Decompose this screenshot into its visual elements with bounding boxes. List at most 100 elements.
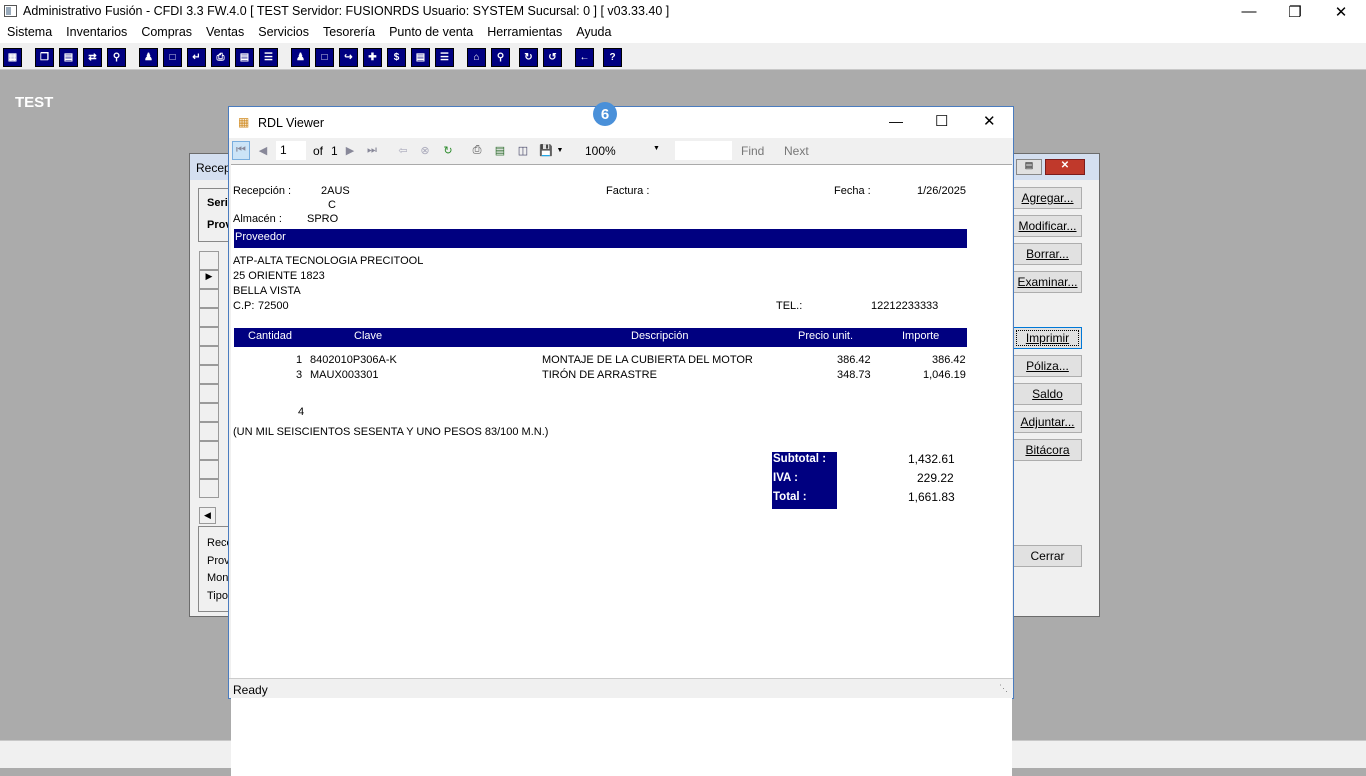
dollar-icon[interactable]: $ xyxy=(387,48,406,67)
transfer-icon[interactable]: ⇄ xyxy=(83,48,102,67)
menu-ayuda[interactable]: Ayuda xyxy=(569,23,618,43)
search-icon[interactable]: ⚲ xyxy=(107,48,126,67)
grid-row-header[interactable] xyxy=(199,308,219,327)
back-arrow-icon[interactable]: ← xyxy=(575,48,594,67)
home-icon[interactable]: ⌂ xyxy=(467,48,486,67)
almacen-label: Almacén : xyxy=(233,213,282,225)
export-icon[interactable]: ↪ xyxy=(339,48,358,67)
clipboard-icon[interactable]: ▤ xyxy=(59,48,78,67)
footer-provider-label: Prov xyxy=(207,555,230,567)
import-icon[interactable]: ↵ xyxy=(187,48,206,67)
menu-punto-de-venta[interactable]: Punto de venta xyxy=(382,23,480,43)
resize-grip-icon[interactable]: ⋱ xyxy=(999,683,1008,694)
grid-row-header[interactable] xyxy=(199,422,219,441)
grid-row-header[interactable] xyxy=(199,384,219,403)
invoice-icon[interactable]: ▤ xyxy=(411,48,430,67)
page-number-input[interactable]: 1 xyxy=(276,141,306,160)
grid-row-header[interactable] xyxy=(199,441,219,460)
copy-icon[interactable]: ❐ xyxy=(35,48,54,67)
user-icon[interactable]: ♟ xyxy=(139,48,158,67)
rdl-title: RDL Viewer xyxy=(258,116,324,130)
menu-tesoreria[interactable]: Tesorería xyxy=(316,23,382,43)
rdl-close-button[interactable]: ✕ xyxy=(983,112,996,130)
add-icon[interactable]: ✚ xyxy=(363,48,382,67)
undo-icon[interactable]: ↺ xyxy=(543,48,562,67)
find-input[interactable] xyxy=(675,141,732,160)
modificar-button[interactable]: Modificar... xyxy=(1013,215,1082,237)
footer-type-label: Tipo xyxy=(207,590,228,602)
menu-sistema[interactable]: Sistema xyxy=(0,23,59,43)
zoom-icon[interactable]: ⚲ xyxy=(491,48,510,67)
printer-icon[interactable]: ⎙ xyxy=(211,48,230,67)
current-row-indicator-icon[interactable]: ▶ xyxy=(199,270,219,289)
export-save-icon[interactable]: 💾 xyxy=(539,143,553,157)
last-page-icon[interactable]: ⏭ xyxy=(365,143,379,157)
fecha-value: 1/26/2025 xyxy=(917,185,966,197)
cerrar-button[interactable]: Cerrar xyxy=(1013,545,1082,567)
company-label: TEST xyxy=(15,94,54,111)
grid-row-header[interactable] xyxy=(199,460,219,479)
total-value: 1,661.83 xyxy=(908,490,955,504)
next-page-icon[interactable]: ▶ xyxy=(343,143,357,157)
rdl-minimize-button[interactable]: — xyxy=(889,113,903,129)
export-dropdown-icon[interactable]: ▼ xyxy=(553,143,567,157)
adjuntar-button[interactable]: Adjuntar... xyxy=(1013,411,1082,433)
saldo-button[interactable]: Saldo xyxy=(1013,383,1082,405)
col-importe: Importe xyxy=(902,330,940,342)
previous-page-icon[interactable]: ◀ xyxy=(256,143,270,157)
box-icon[interactable]: □ xyxy=(315,48,334,67)
grid-row-header[interactable] xyxy=(199,479,219,498)
zoom-dropdown-icon[interactable]: ▼ xyxy=(653,145,660,152)
zoom-value: 100% xyxy=(585,144,616,158)
users-icon[interactable]: ♟ xyxy=(291,48,310,67)
report-viewer-icon: ▦ xyxy=(238,115,250,129)
help-icon[interactable]: ? xyxy=(603,48,622,67)
examinar-button[interactable]: Examinar... xyxy=(1013,271,1082,293)
menu-inventarios[interactable]: Inventarios xyxy=(59,23,134,43)
minimize-button[interactable]: — xyxy=(1226,0,1272,23)
almacen-value: SPRO xyxy=(307,213,339,225)
next-link[interactable]: Next xyxy=(784,144,809,158)
menu-compras[interactable]: Compras xyxy=(134,23,199,43)
menu-herramientas[interactable]: Herramientas xyxy=(480,23,569,43)
rdl-maximize-button[interactable]: ☐ xyxy=(935,112,948,130)
step-badge: 6 xyxy=(593,102,617,126)
scroll-left-icon[interactable]: ◀ xyxy=(199,507,216,524)
stop-icon[interactable]: ⊗ xyxy=(418,143,432,157)
imprimir-button[interactable]: Imprimir xyxy=(1013,327,1082,349)
menu-servicios[interactable]: Servicios xyxy=(251,23,316,43)
print-icon[interactable]: ⎙ xyxy=(470,143,484,157)
bitacora-button[interactable]: Bitácora xyxy=(1013,439,1082,461)
close-button[interactable]: ✕ xyxy=(1318,0,1364,23)
grid-row-header[interactable] xyxy=(199,327,219,346)
provider-name: ATP-ALTA TECNOLOGIA PRECITOOL xyxy=(233,255,424,267)
restore-button[interactable]: ❐ xyxy=(1272,0,1318,23)
document-icon[interactable]: ▤ xyxy=(235,48,254,67)
agregar-button[interactable]: Agregar... xyxy=(1013,187,1082,209)
grid-row-header[interactable] xyxy=(199,346,219,365)
page-setup-icon[interactable]: ◫ xyxy=(516,143,530,157)
row-2-cantidad: 3 xyxy=(296,369,303,381)
find-link[interactable]: Find xyxy=(741,144,764,158)
borrar-button[interactable]: Borrar... xyxy=(1013,243,1082,265)
totals-labels-box: Subtotal : IVA : Total : xyxy=(772,452,837,509)
menu-ventas[interactable]: Ventas xyxy=(199,23,251,43)
grid-row-header[interactable] xyxy=(199,403,219,422)
form-restore-icon[interactable]: ▤ xyxy=(1016,159,1042,175)
print-layout-icon[interactable]: ▤ xyxy=(493,143,507,157)
row-2-importe: 1,046.19 xyxy=(923,369,966,381)
form-close-icon[interactable]: ✕ xyxy=(1045,159,1085,175)
poliza-button[interactable]: Póliza... xyxy=(1013,355,1082,377)
folder-icon[interactable]: □ xyxy=(163,48,182,67)
refresh-icon[interactable]: ↻ xyxy=(519,48,538,67)
first-page-icon[interactable]: ⏮ xyxy=(234,143,248,157)
refresh-icon[interactable]: ↻ xyxy=(441,143,455,157)
total-label: Total : xyxy=(773,491,807,503)
grid-row-header[interactable] xyxy=(199,289,219,308)
calculator-icon[interactable]: ▦ xyxy=(3,48,22,67)
list-icon[interactable]: ☰ xyxy=(259,48,278,67)
zoom-select[interactable]: 100% ▼ xyxy=(579,141,665,160)
report-icon[interactable]: ☰ xyxy=(435,48,454,67)
back-icon[interactable]: ⇦ xyxy=(396,143,410,157)
grid-row-header[interactable] xyxy=(199,365,219,384)
